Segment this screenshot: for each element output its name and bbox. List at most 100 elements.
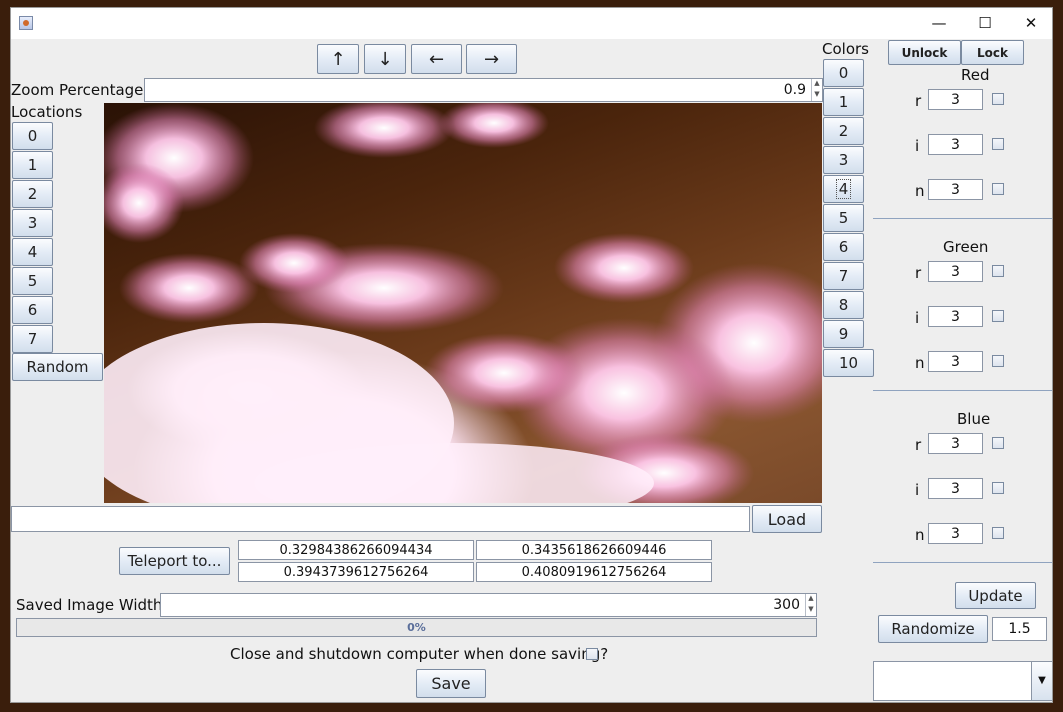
- colors-label: Colors: [822, 40, 869, 58]
- close-button[interactable]: ✕: [1008, 8, 1052, 39]
- color-button-label: 1: [838, 93, 849, 111]
- update-button[interactable]: Update: [955, 582, 1036, 609]
- field-value: 3: [951, 435, 960, 452]
- zoom-spinner[interactable]: ▲ ▼: [811, 79, 822, 101]
- green-r-input[interactable]: 3: [928, 261, 983, 282]
- field-label-i: i: [915, 309, 920, 327]
- color-button-label: 4: [835, 179, 852, 199]
- teleport-coord-y2[interactable]: 0.4080919612756264: [476, 562, 712, 582]
- blue-i-input[interactable]: 3: [928, 478, 983, 499]
- green-i-input[interactable]: 3: [928, 306, 983, 327]
- save-button[interactable]: Save: [416, 669, 486, 698]
- java-app-icon: [19, 16, 33, 30]
- red-n-input[interactable]: 3: [928, 179, 983, 200]
- color-button-5[interactable]: 5: [823, 204, 864, 232]
- spin-up-icon[interactable]: ▲: [812, 79, 822, 90]
- randomize-factor-value: 1.5: [1008, 621, 1031, 637]
- color-button-label: 3: [838, 151, 849, 169]
- shutdown-checkbox[interactable]: [586, 648, 598, 660]
- minimize-button[interactable]: —: [916, 8, 962, 39]
- color-button-2[interactable]: 2: [823, 117, 864, 145]
- color-button-label: 2: [838, 122, 849, 140]
- teleport-button[interactable]: Teleport to...: [119, 547, 230, 575]
- location-button-3[interactable]: 3: [12, 209, 53, 237]
- saved-width-label: Saved Image Width:: [16, 596, 168, 614]
- location-button-6[interactable]: 6: [12, 296, 53, 324]
- maximize-button[interactable]: ☐: [962, 8, 1008, 39]
- randomize-factor-input[interactable]: 1.5: [992, 617, 1047, 641]
- progress-text: 0%: [407, 621, 426, 634]
- field-value: 3: [951, 480, 960, 497]
- blue-n-input[interactable]: 3: [928, 523, 983, 544]
- group-separator: [873, 218, 1052, 219]
- zoom-input[interactable]: 0.9 ▲ ▼: [144, 78, 823, 102]
- green-n-input[interactable]: 3: [928, 351, 983, 372]
- randomize-button[interactable]: Randomize: [878, 615, 988, 643]
- location-button-1[interactable]: 1: [12, 151, 53, 179]
- saved-width-spinner[interactable]: ▲ ▼: [805, 594, 816, 616]
- coord-y1-value: 0.3943739612756264: [283, 564, 429, 580]
- color-button-9[interactable]: 9: [823, 320, 864, 348]
- palette-dropdown[interactable]: ▼: [873, 661, 1052, 701]
- spin-up-icon[interactable]: ▲: [806, 594, 816, 605]
- location-button-5[interactable]: 5: [12, 267, 53, 295]
- location-button-7[interactable]: 7: [12, 325, 53, 353]
- load-button[interactable]: Load: [752, 505, 822, 533]
- pan-down-button[interactable]: ↓: [364, 44, 406, 74]
- blue-r-input[interactable]: 3: [928, 433, 983, 454]
- chevron-down-icon[interactable]: ▼: [1031, 662, 1052, 700]
- color-button-10[interactable]: 10: [823, 349, 874, 377]
- location-button-0[interactable]: 0: [12, 122, 53, 150]
- teleport-coord-x1[interactable]: 0.32984386266094434: [238, 540, 474, 560]
- locations-label: Locations: [11, 103, 83, 121]
- fractal-render: [104, 103, 822, 503]
- color-button-6[interactable]: 6: [823, 233, 864, 261]
- red-i-lock-checkbox[interactable]: [992, 138, 1004, 150]
- pan-right-button[interactable]: →: [466, 44, 517, 74]
- red-r-input[interactable]: 3: [928, 89, 983, 110]
- group-separator: [873, 390, 1052, 391]
- color-button-0[interactable]: 0: [823, 59, 864, 87]
- color-button-4[interactable]: 4: [823, 175, 864, 203]
- title-bar: — ☐ ✕: [11, 8, 1052, 39]
- red-r-lock-checkbox[interactable]: [992, 93, 1004, 105]
- arrow-left-icon: ←: [428, 48, 445, 70]
- spin-down-icon[interactable]: ▼: [806, 605, 816, 616]
- pan-left-button[interactable]: ←: [411, 44, 462, 74]
- color-button-label: 9: [838, 325, 849, 343]
- lock-button[interactable]: Lock: [961, 40, 1024, 65]
- unlock-button[interactable]: Unlock: [888, 40, 961, 65]
- blue-i-lock-checkbox[interactable]: [992, 482, 1004, 494]
- color-button-label: 5: [838, 209, 849, 227]
- spin-down-icon[interactable]: ▼: [812, 90, 822, 101]
- color-button-8[interactable]: 8: [823, 291, 864, 319]
- fractal-canvas[interactable]: [104, 103, 822, 503]
- red-n-lock-checkbox[interactable]: [992, 183, 1004, 195]
- zoom-label: Zoom Percentage:: [11, 81, 149, 99]
- color-button-1[interactable]: 1: [823, 88, 864, 116]
- field-value: 3: [951, 91, 960, 108]
- field-label-n: n: [915, 526, 925, 544]
- saved-width-input[interactable]: 300 ▲ ▼: [160, 593, 817, 617]
- green-i-lock-checkbox[interactable]: [992, 310, 1004, 322]
- arrow-right-icon: →: [483, 48, 500, 70]
- shutdown-label: Close and shutdown computer when done sa…: [230, 645, 609, 663]
- pan-up-button[interactable]: ↑: [317, 44, 359, 74]
- app-window: — ☐ ✕ ↑ ↓ ← → Zoom Percentage: 0.9 ▲ ▼ Lo…: [10, 7, 1053, 703]
- location-button-2[interactable]: 2: [12, 180, 53, 208]
- teleport-coord-y1[interactable]: 0.3943739612756264: [238, 562, 474, 582]
- field-label-r: r: [915, 436, 922, 454]
- blue-r-lock-checkbox[interactable]: [992, 437, 1004, 449]
- field-label-i: i: [915, 137, 920, 155]
- color-button-3[interactable]: 3: [823, 146, 864, 174]
- green-n-lock-checkbox[interactable]: [992, 355, 1004, 367]
- location-button-4[interactable]: 4: [12, 238, 53, 266]
- red-i-input[interactable]: 3: [928, 134, 983, 155]
- random-location-button[interactable]: Random: [12, 353, 103, 381]
- load-path-input[interactable]: [11, 506, 750, 532]
- teleport-coord-x2[interactable]: 0.3435618626609446: [476, 540, 712, 560]
- save-progress-bar: 0%: [16, 618, 817, 637]
- blue-n-lock-checkbox[interactable]: [992, 527, 1004, 539]
- green-r-lock-checkbox[interactable]: [992, 265, 1004, 277]
- color-button-7[interactable]: 7: [823, 262, 864, 290]
